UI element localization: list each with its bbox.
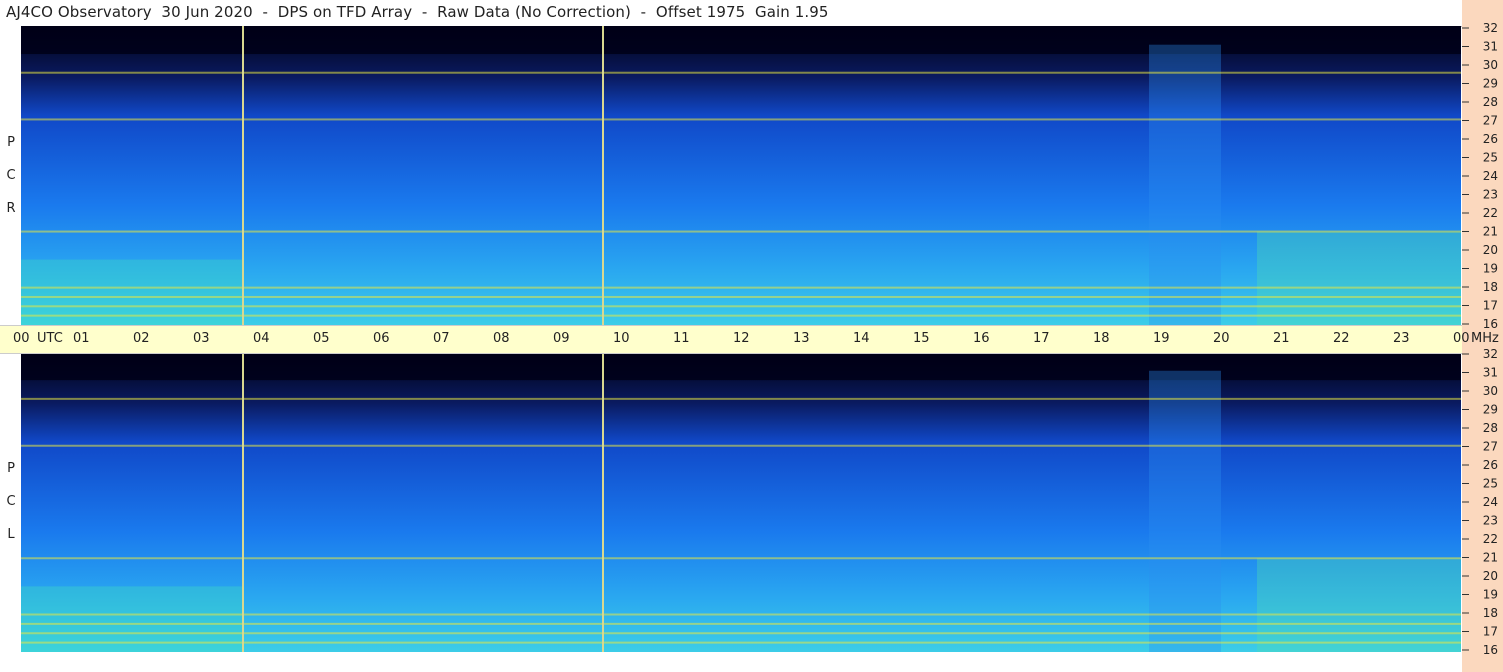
lcp-letter-c: C	[6, 494, 16, 509]
freq-tick-label: 17	[1483, 299, 1498, 313]
freq-tick-label: 19	[1483, 588, 1498, 602]
freq-tick-label: 23	[1483, 514, 1498, 528]
rcp-letter-p: R	[6, 201, 16, 216]
freq-tick-label: 16	[1483, 317, 1498, 331]
rcp-label: P C R	[2, 126, 20, 225]
time-tick-label: 17	[1033, 331, 1050, 346]
freq-tick-label: 31	[1483, 40, 1498, 54]
interference-band	[21, 641, 1461, 644]
time-tick-label: 00	[13, 331, 30, 346]
lcp-letter-l: L	[7, 527, 15, 542]
marker-line	[242, 352, 244, 652]
freq-tick-label: 20	[1483, 243, 1498, 257]
evening-glow	[1257, 558, 1461, 652]
time-tick-label: 08	[493, 331, 510, 346]
freq-tick-label: 28	[1483, 421, 1498, 435]
time-tick-label: 06	[373, 331, 390, 346]
time-tick-label: 03	[193, 331, 210, 346]
freq-tick-label: 27	[1483, 440, 1498, 454]
time-tick-label: UTC	[37, 331, 63, 346]
freq-tick-label: 24	[1483, 495, 1498, 509]
freq-tick-label: 27	[1483, 114, 1498, 128]
interference-band	[21, 305, 1461, 308]
time-tick-label: 15	[913, 331, 930, 346]
time-tick-label: 20	[1213, 331, 1230, 346]
upper-dark-region	[21, 26, 1461, 55]
freq-tick-label: 29	[1483, 403, 1498, 417]
freq-tick-label: 26	[1483, 132, 1498, 146]
time-tick-label: 13	[793, 331, 810, 346]
time-tick-label: 11	[673, 331, 690, 346]
time-tick-label: 22	[1333, 331, 1350, 346]
interference-band	[21, 295, 1461, 298]
freq-tick-label: 18	[1483, 280, 1498, 294]
freq-tick-label: 32	[1483, 21, 1498, 35]
interference-band	[21, 557, 1461, 560]
freq-tick-label: 29	[1483, 77, 1498, 91]
interference-band	[21, 397, 1461, 400]
marker-line	[242, 26, 244, 325]
freq-tick-label: 30	[1483, 58, 1498, 72]
time-tick-label: 12	[733, 331, 750, 346]
time-tick-label: 10	[613, 331, 630, 346]
freq-tick-label: 20	[1483, 569, 1498, 583]
afternoon-noise-column	[1149, 370, 1221, 652]
time-tick-label: 18	[1093, 331, 1110, 346]
freq-tick-label: 22	[1483, 532, 1498, 546]
interference-band	[21, 230, 1461, 233]
freq-tick-label: 25	[1483, 477, 1498, 491]
time-tick-label: 07	[433, 331, 450, 346]
marker-line	[602, 352, 604, 652]
interference-band	[21, 622, 1461, 625]
time-tick-label: 16	[973, 331, 990, 346]
interference-band	[21, 71, 1461, 74]
freq-tick-label: 26	[1483, 458, 1498, 472]
freq-tick-label: 21	[1483, 551, 1498, 565]
freq-tick-label: 30	[1483, 384, 1498, 398]
time-tick-label: 01	[73, 331, 90, 346]
time-tick-label: 02	[133, 331, 150, 346]
freq-tick-label: 16	[1483, 643, 1498, 657]
lcp-label: P C L	[2, 452, 20, 551]
utc-time-axis: 00 UTC 01 02 03 04 05 06 07 08 09 10 11 12 13 14 15 16 17 1…	[0, 325, 1499, 354]
spectrogram-lcp	[21, 352, 1461, 652]
afternoon-noise-column	[1149, 44, 1221, 325]
freq-tick-label: 28	[1483, 95, 1498, 109]
spectrogram-svg	[21, 352, 1461, 652]
time-tick-label: 19	[1153, 331, 1170, 346]
freq-tick-label: 32	[1483, 347, 1498, 361]
interference-band	[21, 632, 1461, 635]
rcp-letter-r: P	[7, 135, 15, 150]
freq-tick-label: 17	[1483, 625, 1498, 639]
upper-dark-region	[21, 352, 1461, 381]
interference-band	[21, 314, 1461, 317]
interference-band	[21, 286, 1461, 289]
time-tick-label: 04	[253, 331, 270, 346]
interference-band	[21, 444, 1461, 447]
lcp-letter-p: P	[7, 461, 15, 476]
time-tick-label: 14	[853, 331, 870, 346]
marker-line	[602, 26, 604, 325]
frequency-axis: 16 17 18 19 20 21 22 23 24 25 26 27 28 29 30 31 32 16 17 18…	[1462, 21, 1498, 657]
freq-tick-label: 22	[1483, 206, 1498, 220]
interference-band	[21, 118, 1461, 121]
freq-tick-label: 24	[1483, 169, 1498, 183]
time-tick-label: 09	[553, 331, 570, 346]
freq-tick-label: 23	[1483, 188, 1498, 202]
chart-title: AJ4CO Observatory 30 Jun 2020 - DPS on T…	[6, 3, 829, 21]
time-tick-label: 23	[1393, 331, 1410, 346]
time-tick-label: 05	[313, 331, 330, 346]
freq-tick-label: 21	[1483, 225, 1498, 239]
rcp-letter-c: C	[6, 168, 16, 183]
spectrogram-rcp	[21, 26, 1461, 325]
freq-tick-label: 31	[1483, 366, 1498, 380]
evening-glow	[1257, 231, 1461, 325]
time-tick-label: 21	[1273, 331, 1290, 346]
freq-tick-label: 19	[1483, 262, 1498, 276]
freq-tick-label: 18	[1483, 606, 1498, 620]
freq-tick-label: 25	[1483, 151, 1498, 165]
interference-band	[21, 613, 1461, 616]
spectrogram-svg	[21, 26, 1461, 325]
